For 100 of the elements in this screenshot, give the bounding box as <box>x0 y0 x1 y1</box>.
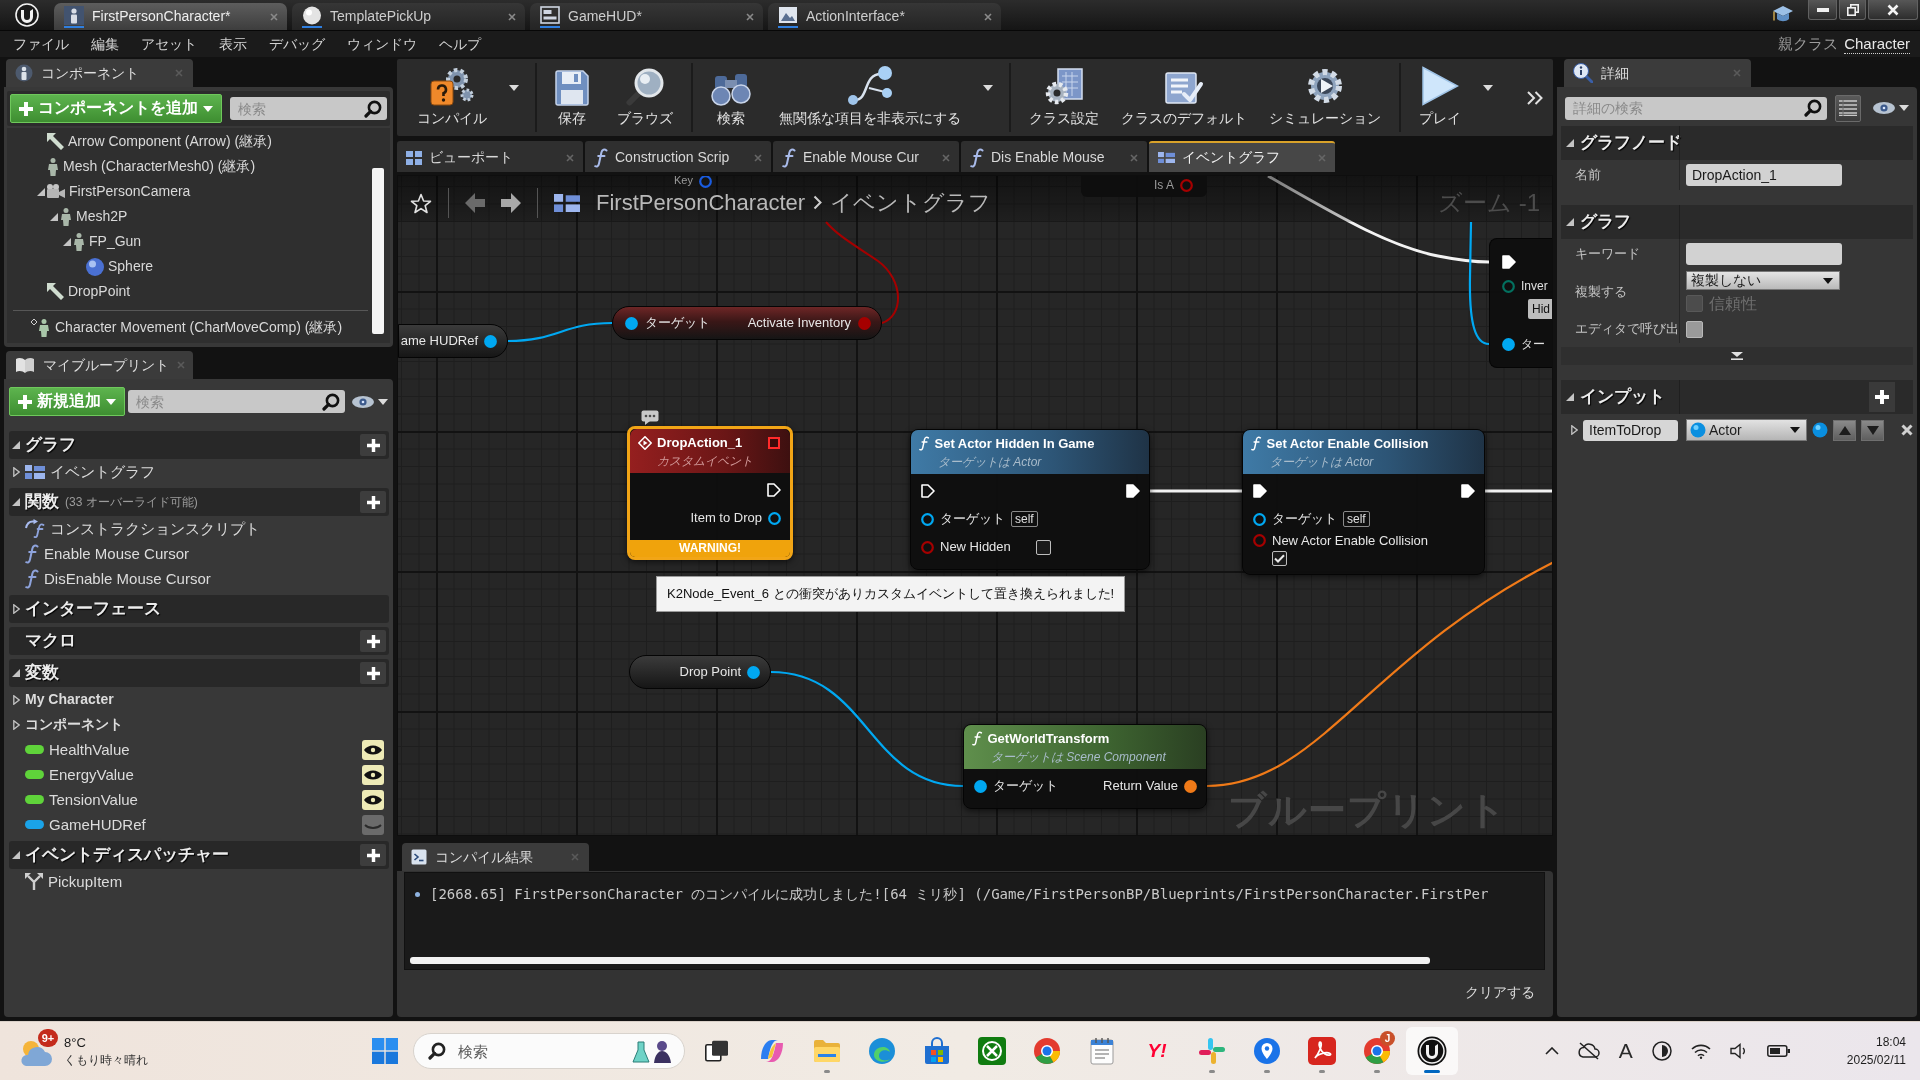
variable-node[interactable]: Drop Point <box>629 655 771 689</box>
list-item[interactable]: イベントグラフ <box>25 462 155 481</box>
toolbar-button[interactable]: 無関係な項目を非表示にする <box>771 63 969 132</box>
menu-item[interactable]: ヘルプ <box>439 35 481 53</box>
list-item[interactable]: GameHUDRef <box>25 815 146 834</box>
wifi-icon[interactable] <box>1690 1043 1711 1059</box>
add-button[interactable] <box>360 844 386 866</box>
half-filled-circle-icon[interactable] <box>1651 1041 1672 1061</box>
taskbar-search-field[interactable]: 検索 <box>413 1033 685 1069</box>
expanded-triangle-icon[interactable] <box>12 851 20 859</box>
variable-node[interactable]: ame HUDRef <box>398 324 508 358</box>
tree-item[interactable]: Arrow Component (Arrow) (継承) <box>47 133 272 150</box>
close-icon[interactable] <box>270 12 278 21</box>
tree-item[interactable]: Mesh2P <box>60 207 128 226</box>
toolbar-button[interactable]: コンパイル <box>409 63 495 132</box>
search-field[interactable]: 検索 <box>230 97 387 120</box>
collapsed-triangle-icon[interactable] <box>12 694 20 705</box>
scrollbar-thumb[interactable] <box>372 168 384 334</box>
function-node[interactable]: GetWorldTransform ターゲットは Scene Component ターゲット Return Value <box>963 724 1207 809</box>
tree-item[interactable]: Mesh (CharacterMesh0) (継承) <box>47 157 256 176</box>
data-pin-icon[interactable] <box>484 334 497 348</box>
document-tab[interactable]: FirstPersonCharacter* <box>54 3 287 30</box>
speaker-icon[interactable] <box>1729 1043 1748 1059</box>
function-node[interactable]: Set Actor Enable Collision ターゲットは Actor ターゲット self New Actor Enable Collision <box>1242 429 1485 575</box>
toolbar-button[interactable]: クラス設定 <box>1021 63 1107 132</box>
document-tab[interactable]: TemplatePickUp <box>292 3 525 30</box>
list-item[interactable]: EnergyValue <box>25 765 134 784</box>
move-down-button[interactable] <box>1861 419 1884 441</box>
taskbar-app-button[interactable]: J <box>1351 1027 1403 1075</box>
move-up-button[interactable] <box>1833 419 1857 441</box>
graph-tab[interactable]: ビューポート <box>397 141 583 172</box>
caret-icon[interactable] <box>983 85 993 91</box>
expanded-triangle-icon[interactable] <box>1566 393 1574 402</box>
exec-pin-icon[interactable] <box>1253 484 1267 498</box>
eye-icon[interactable] <box>362 739 384 760</box>
add-button[interactable] <box>1869 382 1895 413</box>
battery-icon[interactable] <box>1766 1044 1791 1058</box>
compact-node[interactable]: ターゲット Activate Inventory <box>612 306 882 340</box>
container-type-icon[interactable] <box>1812 422 1829 439</box>
close-icon[interactable] <box>746 12 754 21</box>
checkbox[interactable] <box>1272 550 1287 566</box>
exec-pin-icon[interactable] <box>1461 484 1475 498</box>
collapsed-triangle-icon[interactable] <box>1571 425 1578 436</box>
text-field[interactable] <box>1686 243 1842 265</box>
tree-item[interactable]: FP_Gun <box>73 232 142 251</box>
advanced-toggle-bar[interactable] <box>1561 347 1913 366</box>
graph-tab[interactable]: Construction Scrip <box>585 141 771 172</box>
expanded-triangle-icon[interactable] <box>12 498 20 506</box>
tree-item[interactable]: Character Movement (CharMoveComp) (継承) <box>31 318 343 337</box>
panel-tab[interactable]: マイブループリント <box>6 351 193 379</box>
document-tab[interactable]: GameHUD* <box>530 3 763 30</box>
close-icon[interactable] <box>508 12 516 21</box>
menu-item[interactable]: 表示 <box>219 35 247 53</box>
clear-button[interactable]: クリアする <box>1461 982 1539 1004</box>
taskbar-app-button[interactable] <box>1406 1027 1458 1075</box>
category-item[interactable]: My Character <box>25 691 114 708</box>
function-node[interactable]: Set Actor Hidden In Game ターゲットは Actor ターゲット self New Hidden <box>910 429 1150 570</box>
search-field[interactable]: 検索 <box>128 390 345 413</box>
data-pin-icon[interactable] <box>1253 512 1266 526</box>
expanded-triangle-icon[interactable] <box>12 669 20 677</box>
eye-icon[interactable] <box>362 764 384 785</box>
exec-pin-icon[interactable] <box>921 484 935 498</box>
exec-pin-icon[interactable] <box>767 483 781 497</box>
dropdown[interactable]: 複製しない <box>1686 271 1840 290</box>
restore-button[interactable] <box>1839 0 1866 20</box>
function-node[interactable]: Inver Hid ター <box>1489 238 1552 368</box>
data-pin-icon[interactable] <box>1502 279 1515 293</box>
type-dropdown[interactable]: Actor <box>1686 419 1808 442</box>
toolbar-button[interactable]: 保存 <box>547 63 597 132</box>
remove-icon[interactable] <box>1901 424 1913 437</box>
collapsed-triangle-icon[interactable] <box>12 604 20 614</box>
add-button[interactable] <box>360 630 386 652</box>
chevron-up-icon[interactable] <box>1544 1047 1559 1055</box>
toolbar-button[interactable]: シミュレーション <box>1261 63 1389 132</box>
input-name-field[interactable]: ItemToDrop <box>1583 419 1678 441</box>
double-chevron-icon[interactable] <box>1527 90 1543 105</box>
list-item[interactable]: HealthValue <box>25 740 130 759</box>
breadcrumb-link[interactable]: FirstPersonCharacter <box>596 189 806 217</box>
parent-class-link[interactable]: Character <box>1844 34 1910 54</box>
exec-pin-icon[interactable] <box>1502 255 1516 269</box>
input-method-indicator[interactable]: A <box>1618 1038 1633 1064</box>
data-pin-icon[interactable] <box>921 512 934 526</box>
checkbox[interactable] <box>1035 539 1051 555</box>
square-pin-icon[interactable] <box>768 436 780 449</box>
minimize-button[interactable] <box>1808 0 1837 20</box>
add-button[interactable] <box>360 662 386 684</box>
add-button[interactable] <box>360 491 386 513</box>
checkbox[interactable] <box>1686 320 1703 338</box>
toolbar-button[interactable]: ブラウズ <box>609 63 681 132</box>
eye-icon[interactable] <box>362 789 384 810</box>
back-arrow-icon[interactable] <box>465 193 485 213</box>
forward-arrow-icon[interactable] <box>501 193 521 213</box>
menu-item[interactable]: デバッグ <box>269 35 325 53</box>
text-field[interactable]: DropAction_1 <box>1686 164 1842 186</box>
list-item[interactable]: TensionValue <box>25 790 138 809</box>
list-item[interactable]: コンストラクションスクリプト <box>25 519 260 538</box>
collapsed-triangle-icon[interactable] <box>12 719 20 730</box>
list-item[interactable]: Enable Mouse Cursor <box>25 543 190 564</box>
add-button[interactable] <box>360 434 386 456</box>
list-item[interactable]: PickupItem <box>25 872 123 891</box>
